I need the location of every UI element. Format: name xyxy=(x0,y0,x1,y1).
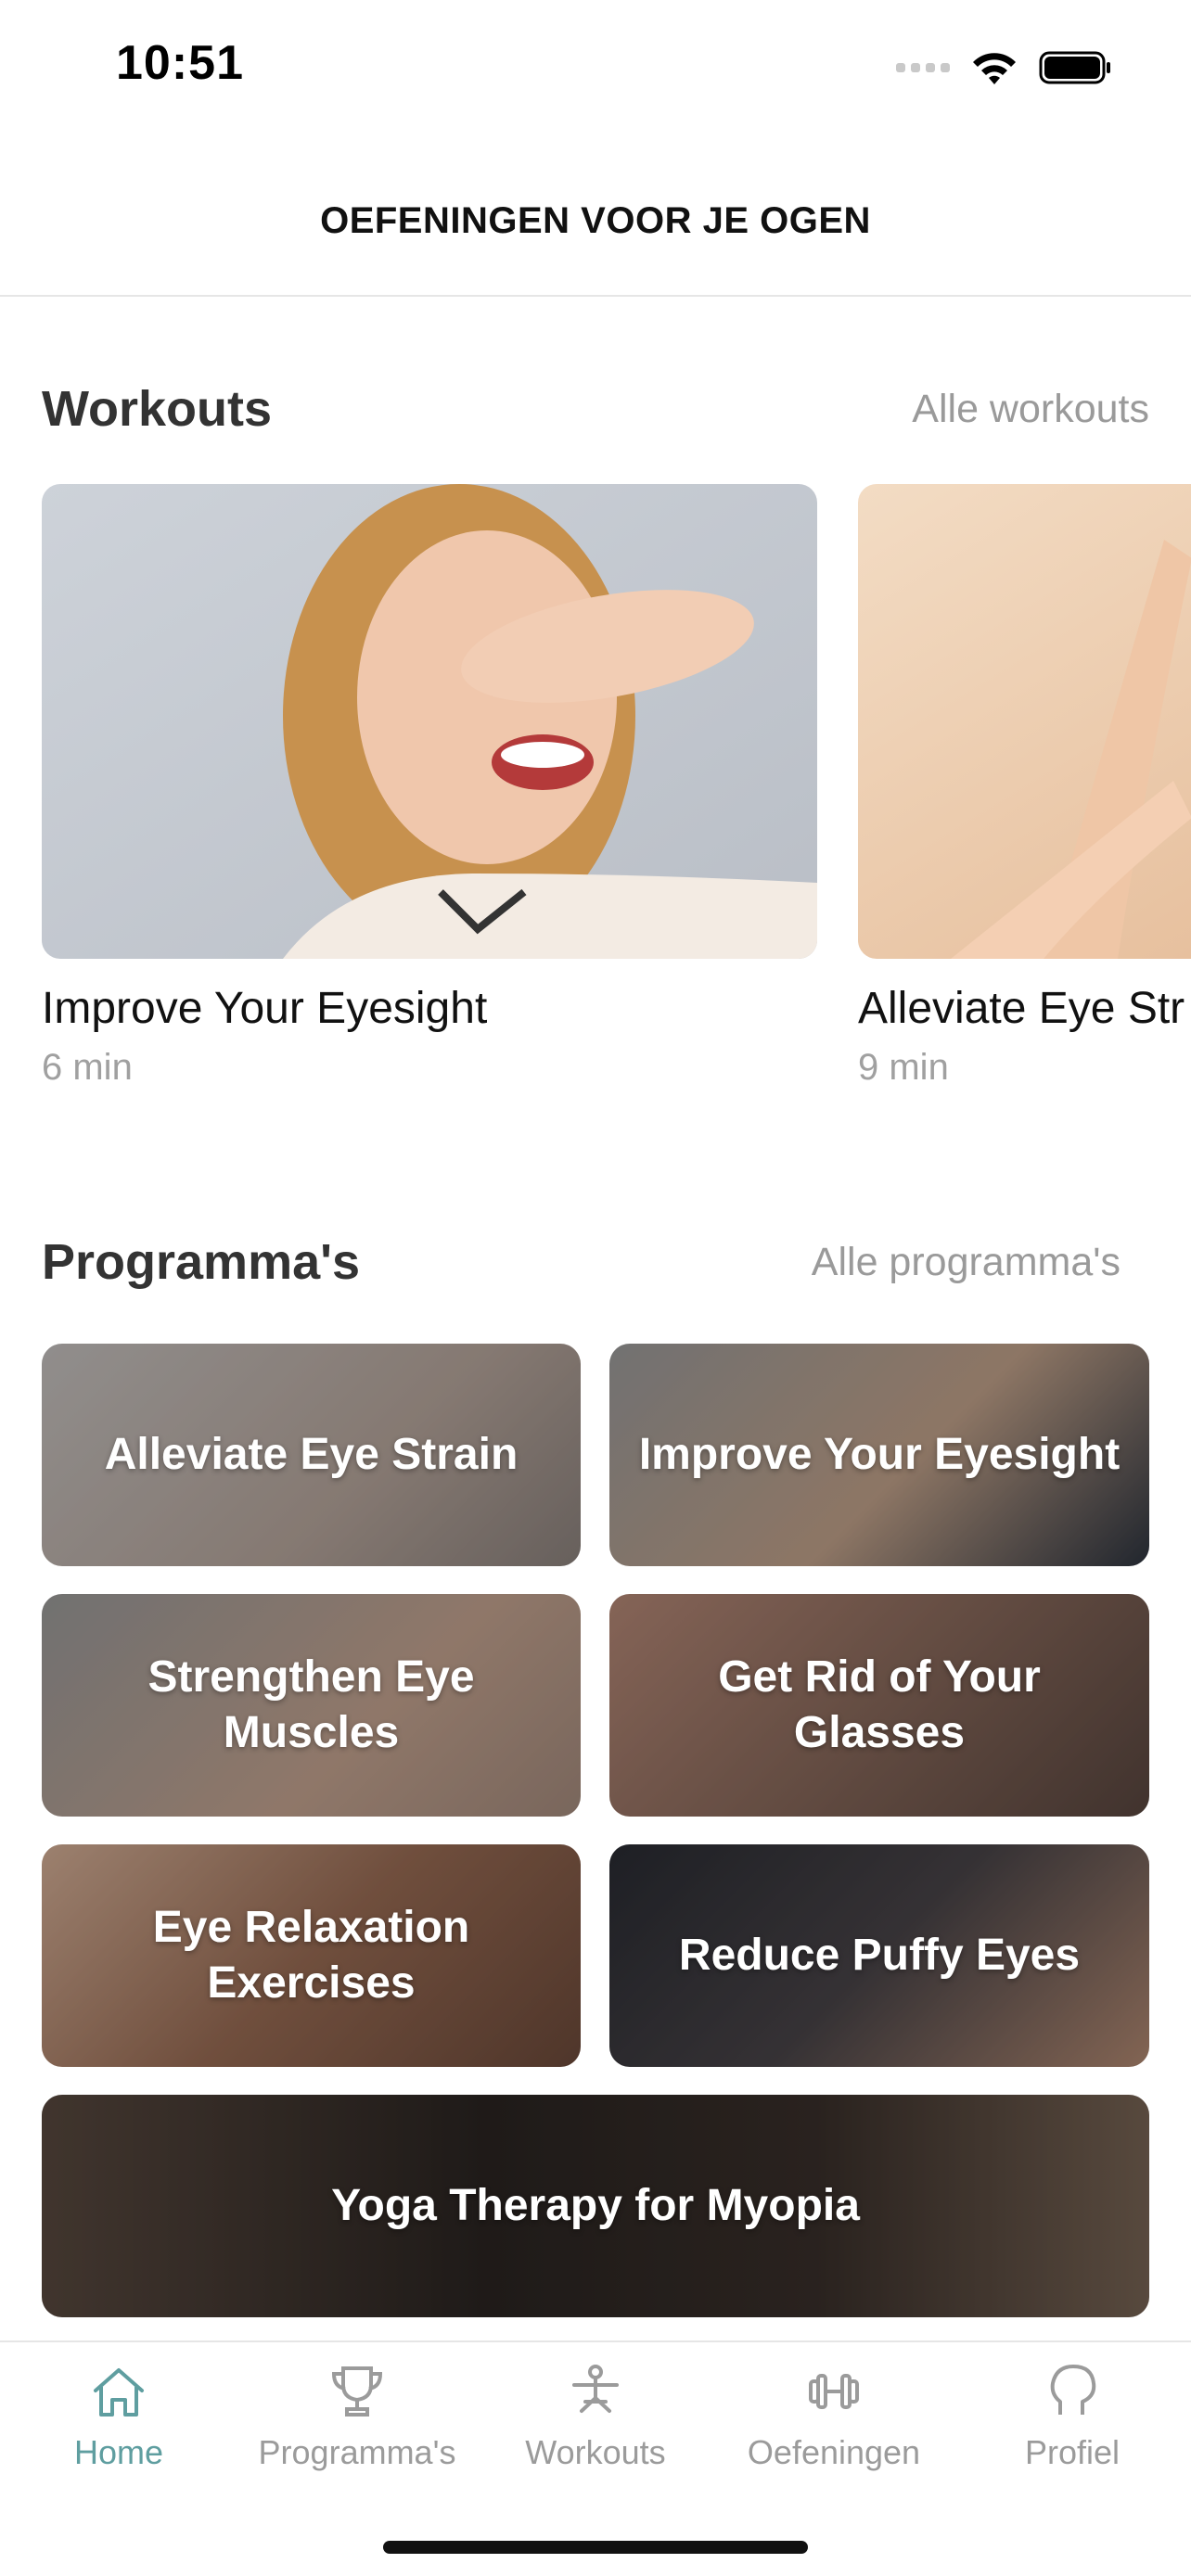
tab-label: Programma's xyxy=(258,2433,456,2471)
trophy-icon xyxy=(331,2366,383,2417)
status-time: 10:51 xyxy=(116,36,244,90)
profile-head-icon xyxy=(1050,2365,1096,2415)
program-tile[interactable]: Yoga Therapy for Myopia xyxy=(42,2095,1149,2317)
programs-title: Programma's xyxy=(42,1234,360,1290)
tab-label: Oefeningen xyxy=(747,2433,921,2471)
tab-exercises[interactable]: Oefeningen xyxy=(715,2359,953,2498)
cellular-signal-icon xyxy=(896,63,950,72)
workout-card[interactable]: Improve Your Eyesight 6 min xyxy=(42,484,817,1089)
all-programs-link[interactable]: Alle programma's xyxy=(812,1240,1121,1285)
all-workouts-link[interactable]: Alle workouts xyxy=(912,387,1149,432)
tab-label: Profiel xyxy=(1024,2433,1121,2471)
program-label: Strengthen Eye Muscles xyxy=(147,1652,475,1757)
program-tile[interactable]: Alleviate Eye Strain xyxy=(42,1344,581,1566)
program-tile[interactable]: Strengthen Eye Muscles xyxy=(42,1594,581,1817)
workout-name: Improve Your Eyesight xyxy=(42,984,488,1033)
workout-image xyxy=(42,484,817,959)
program-label: Get Rid of Your Glasses xyxy=(718,1652,1041,1757)
program-label: Improve Your Eyesight xyxy=(638,1430,1121,1479)
tab-profile[interactable]: Profiel xyxy=(954,2359,1191,2498)
tab-label: Workouts xyxy=(525,2433,666,2471)
workouts-section-header: Workouts Alle workouts xyxy=(42,380,1149,438)
tab-home[interactable]: Home xyxy=(0,2359,237,2498)
battery-icon xyxy=(1039,51,1110,84)
tab-workouts[interactable]: Workouts xyxy=(477,2359,714,2498)
status-bar: 10:51 xyxy=(0,0,1191,139)
program-tile[interactable]: Eye Relaxation Exercises xyxy=(42,1844,581,2067)
workout-duration: 6 min xyxy=(42,1047,133,1088)
wifi-icon xyxy=(973,53,1016,84)
status-indicators xyxy=(896,45,1113,91)
program-label: Eye Relaxation Exercises xyxy=(152,1903,470,2008)
app-header: OEFENINGEN VOOR JE OGEN xyxy=(0,139,1191,297)
tab-label: Home xyxy=(73,2433,164,2471)
workout-card[interactable]: Alleviate Eye Str 9 min xyxy=(858,484,1191,1089)
program-label: Alleviate Eye Strain xyxy=(104,1430,519,1479)
workout-duration: 9 min xyxy=(858,1047,949,1088)
program-tile[interactable]: Reduce Puffy Eyes xyxy=(609,1844,1149,2067)
workout-image xyxy=(858,484,1191,959)
workouts-title: Workouts xyxy=(42,381,273,437)
workouts-carousel[interactable]: Improve Your Eyesight 6 min Alleviate Ey… xyxy=(0,484,1191,1096)
page-title: OEFENINGEN VOOR JE OGEN xyxy=(320,199,871,241)
program-tile[interactable]: Get Rid of Your Glasses xyxy=(609,1594,1149,1817)
programs-section-header: Programma's Alle programma's xyxy=(42,1233,1121,1291)
program-tile[interactable]: Improve Your Eyesight xyxy=(609,1344,1149,1566)
workout-name: Alleviate Eye Str xyxy=(858,984,1185,1033)
home-icon xyxy=(94,2368,144,2417)
exercise-figure-icon xyxy=(572,2365,619,2413)
tab-programs[interactable]: Programma's xyxy=(238,2359,476,2498)
program-label: Reduce Puffy Eyes xyxy=(678,1931,1081,1980)
home-indicator xyxy=(383,2541,808,2554)
program-label: Yoga Therapy for Myopia xyxy=(331,2181,860,2230)
dumbbell-icon xyxy=(809,2374,859,2409)
